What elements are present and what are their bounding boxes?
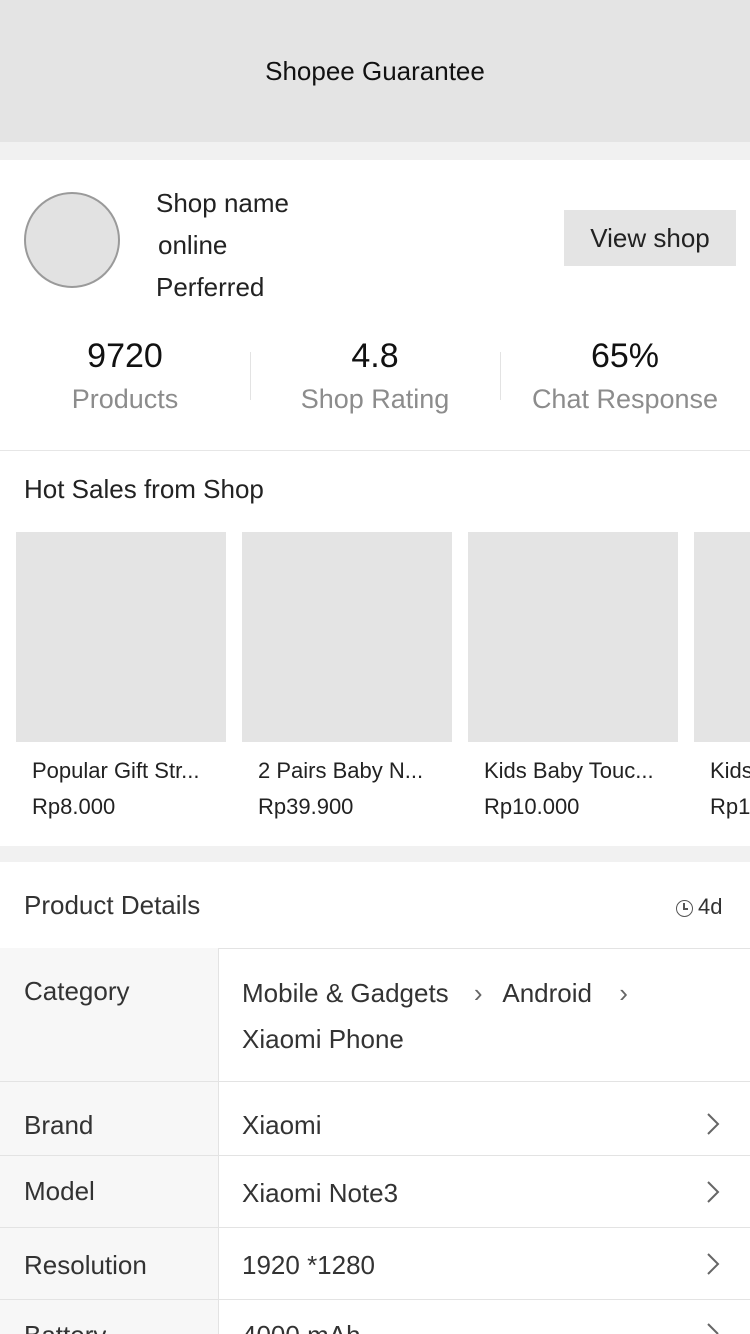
listing-age: 4d — [698, 894, 723, 919]
chevron-right-icon[interactable] — [706, 1180, 720, 1204]
chevron-right-icon: › — [473, 978, 483, 1008]
product-name[interactable]: Kids Baby Touc... — [484, 758, 664, 784]
resolution-label: Resolution — [24, 1250, 147, 1280]
product-name[interactable]: Popular Gift Str... — [32, 758, 212, 784]
product-image[interactable] — [16, 532, 226, 742]
model-label: Model — [24, 1176, 95, 1206]
section-divider — [0, 846, 750, 862]
shop-preferred-badge: Perferred — [156, 272, 265, 302]
category-link[interactable]: Xiaomi Phone — [242, 1024, 404, 1055]
brand-label: Brand — [24, 1110, 94, 1140]
category-link[interactable]: Mobile & Gadgets — [242, 978, 449, 1008]
row-divider — [0, 1155, 750, 1156]
product-details-title: Product Details — [24, 890, 201, 920]
shop-name: Shop name — [156, 188, 289, 218]
shop-online-status: online — [158, 230, 228, 260]
battery-label: Battery — [24, 1320, 106, 1334]
product-image[interactable] — [242, 532, 452, 742]
shopee-guarantee-banner[interactable]: Shopee Guarantee — [0, 0, 750, 142]
stat-label: Products — [71, 384, 179, 414]
product-image[interactable] — [694, 532, 750, 742]
chevron-right-icon[interactable] — [706, 1322, 720, 1334]
category-breadcrumb: Mobile & Gadgets › Android › — [242, 978, 628, 1009]
stat-value: 65% — [590, 337, 660, 375]
category-label: Category — [24, 976, 130, 1006]
stat-products[interactable]: 9720 Products — [0, 336, 250, 415]
row-divider — [0, 1227, 750, 1228]
brand-value[interactable]: Xiaomi — [242, 1110, 321, 1141]
product-price: Rp8.000 — [32, 794, 116, 819]
product-price: Rp39.900 — [258, 794, 354, 819]
hot-sales-title: Hot Sales from Shop — [24, 474, 264, 504]
stat-value: 4.8 — [351, 337, 399, 375]
product-image[interactable] — [468, 532, 678, 742]
section-divider — [0, 142, 750, 160]
chevron-right-icon[interactable] — [706, 1112, 720, 1136]
product-name[interactable]: 2 Pairs Baby N... — [258, 758, 438, 784]
product-price: Rp1 — [710, 794, 750, 819]
chevron-right-icon: › — [619, 978, 628, 1008]
section-divider — [0, 450, 750, 451]
battery-value-text: 4000 mAh — [242, 1320, 361, 1334]
view-shop-button[interactable]: View shop — [564, 210, 736, 266]
stat-chat-response[interactable]: 65% Chat Response — [500, 336, 750, 415]
model-value[interactable]: Xiaomi Note3 — [242, 1178, 398, 1209]
product-name[interactable]: Kids — [710, 758, 750, 784]
resolution-value[interactable]: 1920 *1280 — [242, 1250, 375, 1281]
product-price: Rp10.000 — [484, 794, 580, 819]
chevron-right-icon[interactable] — [706, 1252, 720, 1276]
stat-label: Shop Rating — [300, 384, 450, 414]
row-divider — [0, 1299, 750, 1300]
guarantee-title: Shopee Guarantee — [265, 55, 485, 86]
row-divider — [0, 1081, 750, 1082]
battery-value[interactable]: 4000 mAh — [242, 1320, 361, 1334]
stat-label: Chat Response — [531, 384, 719, 414]
stat-value: 9720 — [87, 337, 163, 375]
category-link[interactable]: Android — [502, 978, 592, 1008]
shop-avatar[interactable] — [24, 192, 120, 288]
battery-label-text: Battery — [24, 1320, 106, 1334]
clock-icon — [676, 900, 693, 917]
stat-shop-rating[interactable]: 4.8 Shop Rating — [250, 336, 500, 415]
